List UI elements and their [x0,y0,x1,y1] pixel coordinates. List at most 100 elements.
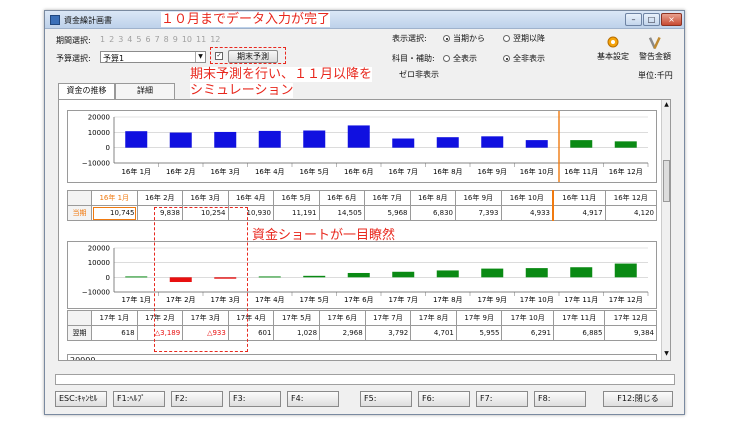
bar [125,131,148,148]
column-header: 17年 7月 [364,310,412,326]
table-cell[interactable]: 6,830 [409,205,456,221]
function-key-button[interactable]: F2: [171,391,223,407]
period-month[interactable]: 8 [164,35,169,44]
gear-icon [607,36,619,48]
settings-button[interactable]: 基本設定 [593,35,633,62]
vertical-scrollbar[interactable]: ▲ ▼ [661,100,670,360]
period-months[interactable]: 1 2 3 4 5 6 7 8 9 10 11 12 [100,35,224,44]
budget-select[interactable]: 予算1 ▼ [100,51,206,63]
x-tick-label: 17年 8月 [433,295,463,304]
column-header: 17年 1月 [91,310,138,326]
y-tick-label: 10000 [88,259,110,267]
table-cell[interactable]: 5,968 [364,205,411,221]
table-cell[interactable]: 14,505 [318,205,365,221]
display-current-radio[interactable]: 当期から [443,33,485,44]
bar [481,136,504,148]
period-month[interactable]: 7 [155,35,160,44]
table-cell[interactable]: 6,291 [501,325,554,341]
period-month[interactable]: 2 [109,35,114,44]
display-next-radio[interactable]: 翌期以降 [503,33,545,44]
table-cell[interactable]: 5,955 [455,325,503,341]
scroll-down-icon[interactable]: ▼ [663,350,670,358]
period-month[interactable]: 9 [173,35,178,44]
forecast-button[interactable]: 期末予測 [228,50,278,63]
function-key-button[interactable]: F4: [287,391,339,407]
x-tick-label: 16年 11月 [564,167,598,176]
table-cell[interactable]: 7,393 [455,205,502,221]
function-key-button[interactable]: F5: [360,391,412,407]
function-key-button[interactable]: ESC:ｷｬﾝｾﾙ [55,391,107,407]
bar [303,275,326,278]
maximize-button[interactable]: □ [643,13,660,26]
period-month[interactable]: 1 [100,35,105,44]
scroll-up-icon[interactable]: ▲ [663,101,670,109]
radio-icon [503,35,510,42]
period-month[interactable]: 10 [182,35,192,44]
minimize-button[interactable]: – [625,13,642,26]
x-tick-label: 17年 1月 [121,295,151,304]
bar [214,131,237,148]
app-icon [50,15,60,25]
table-cell[interactable]: 11,191 [273,205,320,221]
table-cell[interactable]: 618 [91,325,138,341]
bar [258,276,281,278]
table-cell[interactable]: 4,917 [552,205,606,221]
subject-show-all-radio[interactable]: 全表示 [443,53,477,64]
x-tick-label: 17年 7月 [388,295,418,304]
table-cell[interactable]: 4,933 [500,205,554,221]
subject-hide-all-radio[interactable]: 全非表示 [503,53,545,64]
budget-label: 予算選択: [56,54,91,63]
column-header: 17年 6月 [319,310,366,326]
forecast-checkbox[interactable]: ✓ [215,52,223,60]
chevron-down-icon: ▼ [195,52,205,62]
bar [303,130,326,148]
x-tick-label: 16年 4月 [255,167,285,176]
close-button[interactable]: × [661,13,682,26]
function-key-button[interactable]: F8: [534,391,586,407]
tab-content: 20000 10000 0 −10000 16年 1月 16年 2月 16年 3月 16年 4… [58,99,671,361]
x-tick-label: 16年 9月 [477,167,507,176]
x-tick-label: 16年 10月 [520,167,554,176]
table-cell[interactable]: 3,792 [364,325,412,341]
function-key-button[interactable]: F1:ﾍﾙﾌﾟ [113,391,165,407]
alert-amount-button[interactable]: 警告金額 [635,35,675,62]
period-month[interactable]: 3 [118,35,123,44]
column-header: 16年 11月 [552,190,606,206]
bar [169,132,192,148]
subject-label: 科目・補助: [392,54,435,63]
x-tick-label: 16年 7月 [388,167,418,176]
x-tick-label: 16年 3月 [210,167,240,176]
bar [614,141,637,148]
x-tick-label: 17年 6月 [344,295,374,304]
table-cell[interactable]: 4,701 [410,325,457,341]
period-month[interactable]: 11 [196,35,206,44]
table-cell[interactable]: 10,745 [91,205,138,221]
tab-cash-trend[interactable]: 資金の推移 [58,83,115,100]
table-cell[interactable]: 4,120 [604,205,658,221]
period-month[interactable]: 6 [145,35,150,44]
period-month[interactable]: 12 [210,35,220,44]
scroll-thumb[interactable] [663,160,670,202]
function-key-button[interactable]: F6: [418,391,470,407]
function-key-button[interactable]: F3: [229,391,281,407]
function-key-button[interactable]: F7: [476,391,528,407]
table-cell[interactable]: 2,968 [319,325,366,341]
title-bar[interactable]: 資金繰計画書 – □ × [45,11,684,29]
table-cell[interactable]: 9,384 [604,325,657,341]
table-cell[interactable]: 1,028 [273,325,321,341]
period-month[interactable]: 4 [127,35,132,44]
period-month[interactable]: 5 [136,35,141,44]
status-bar [55,374,675,385]
tab-details[interactable]: 詳細 [115,83,175,99]
bar [392,271,415,278]
unit-label: 単位:千円 [638,71,673,80]
bar [347,272,370,278]
column-header: 16年 3月 [182,190,229,206]
annotation-simulation-1: 期末予測を行い、１１月以降を [190,67,373,82]
x-tick-label: 16年 2月 [166,167,196,176]
function-key-button[interactable]: F12:閉じる [603,391,673,407]
table-cell[interactable]: 6,885 [552,325,606,341]
y-tick-label: 20000 [88,245,110,253]
annotation-simulation-2: シミュレーション [190,83,294,98]
x-tick-label: 16年 1月 [121,167,151,176]
